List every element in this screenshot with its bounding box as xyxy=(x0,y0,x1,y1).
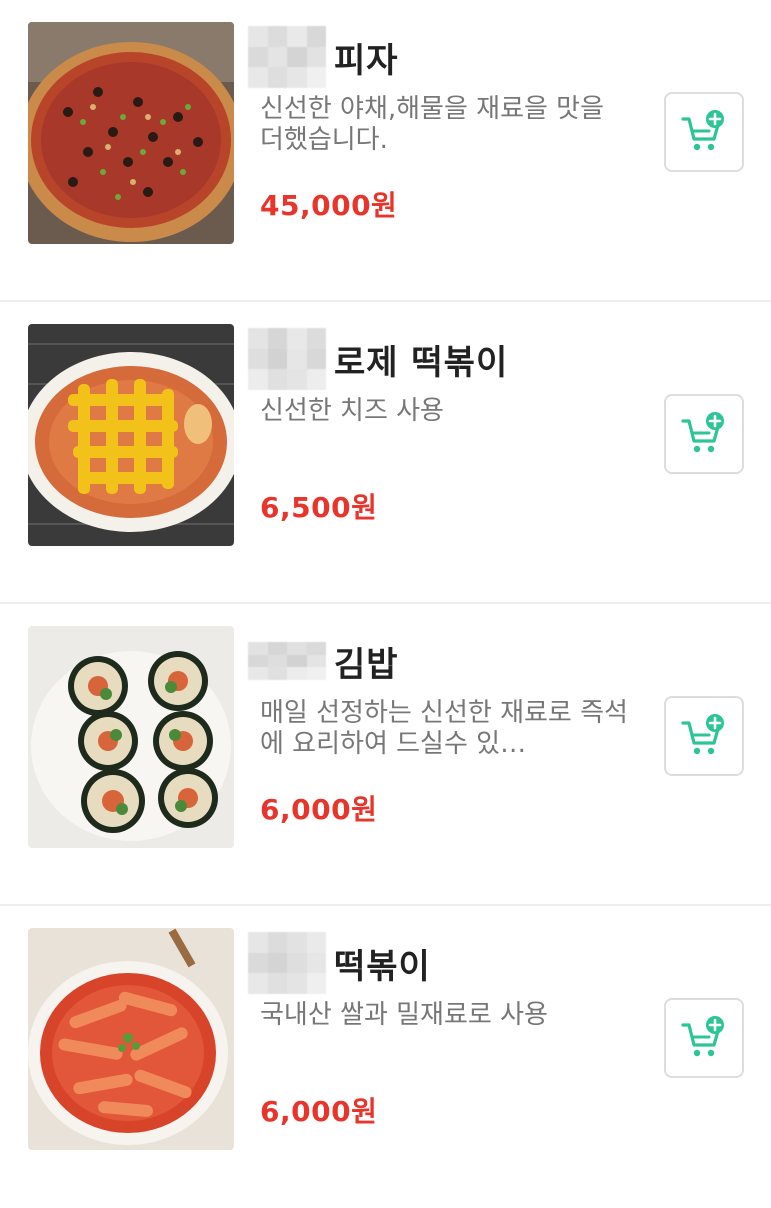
title-row: 김밥 xyxy=(248,630,399,692)
add-to-cart-icon xyxy=(681,1016,724,1057)
menu-item-price: 45,000원 xyxy=(260,189,398,222)
menu-item-name: 김밥 xyxy=(334,644,399,685)
add-to-cart-icon xyxy=(681,714,724,755)
menu-item-name: 피자 xyxy=(334,40,399,81)
add-to-cart-button[interactable] xyxy=(664,998,744,1078)
add-to-cart-icon xyxy=(681,412,724,453)
pizza-image[interactable] xyxy=(28,22,234,244)
title-row: 로제 떡볶이 xyxy=(248,328,508,390)
tteokbokki-image[interactable] xyxy=(28,928,234,1150)
menu-item-description: 매일 선정하는 신선한 재료로 즉석에 요리하여 드실수 있… xyxy=(260,698,628,759)
menu-item-price: 6,000원 xyxy=(260,793,378,826)
blurred-store-name xyxy=(248,26,326,88)
menu-item-description: 신선한 치즈 사용 xyxy=(260,396,444,426)
add-to-cart-button[interactable] xyxy=(664,696,744,776)
blurred-store-name xyxy=(248,328,326,390)
menu-item-name: 떡볶이 xyxy=(334,946,431,987)
menu-item[interactable]: 로제 떡볶이 신선한 치즈 사용 6,500원 xyxy=(0,302,771,604)
blurred-store-name xyxy=(248,932,326,994)
menu-list: 피자 신선한 야채,해물을 재료을 맛을 더했습니다. 45,000원 로제 떡… xyxy=(0,0,771,1208)
add-to-cart-button[interactable] xyxy=(664,92,744,172)
blurred-store-name xyxy=(248,642,326,680)
menu-item-name: 로제 떡볶이 xyxy=(334,342,509,383)
menu-item-price: 6,500원 xyxy=(260,491,378,524)
menu-item[interactable]: 떡볶이 국내산 쌀과 밀재료로 사용 6,000원 xyxy=(0,906,771,1208)
title-row: 떡볶이 xyxy=(248,932,431,994)
add-to-cart-icon xyxy=(681,110,724,151)
add-to-cart-button[interactable] xyxy=(664,394,744,474)
title-row: 피자 xyxy=(248,26,399,88)
menu-item-description: 국내산 쌀과 밀재료로 사용 xyxy=(260,1000,548,1030)
rose-tteokbokki-image[interactable] xyxy=(28,324,234,546)
menu-item[interactable]: 피자 신선한 야채,해물을 재료을 맛을 더했습니다. 45,000원 xyxy=(0,0,771,302)
gimbap-image[interactable] xyxy=(28,626,234,848)
menu-item-description: 신선한 야채,해물을 재료을 맛을 더했습니다. xyxy=(260,94,605,155)
menu-item[interactable]: 김밥 매일 선정하는 신선한 재료로 즉석에 요리하여 드실수 있… 6,000… xyxy=(0,604,771,906)
menu-item-price: 6,000원 xyxy=(260,1095,378,1128)
